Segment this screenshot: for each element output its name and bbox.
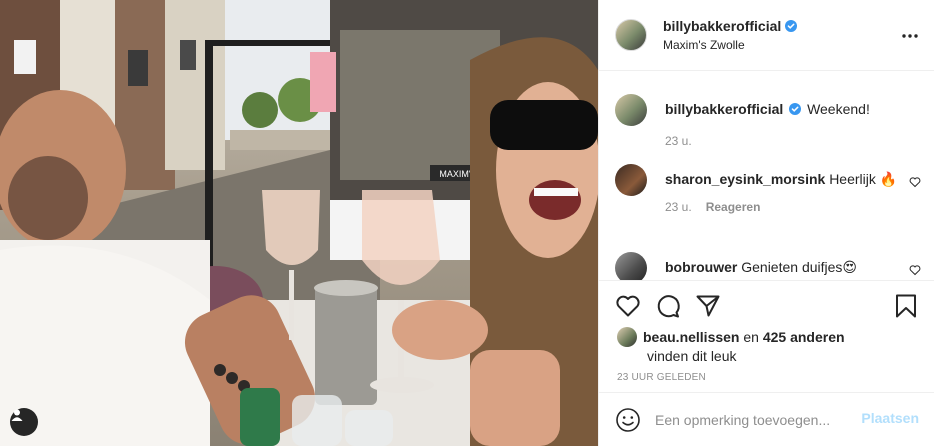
post-detail-panel: billybakkerofficial Maxim's Zwolle billy… bbox=[598, 0, 934, 446]
save-bookmark-icon[interactable] bbox=[893, 293, 919, 319]
photo-scene: MAXIM'S bbox=[0, 0, 598, 446]
post-actions: beau.nellissen en 425 anderen vinden dit… bbox=[599, 280, 934, 446]
like-comment-heart-icon[interactable] bbox=[909, 176, 921, 188]
caption-time[interactable]: 23 u. bbox=[665, 132, 692, 150]
caption-text: Weekend! bbox=[807, 101, 870, 117]
reply-button[interactable]: Reageren bbox=[706, 198, 761, 216]
caption-username[interactable]: billybakkerofficial bbox=[665, 101, 783, 117]
comment-composer: Plaatsen bbox=[599, 392, 934, 446]
likes-conjunction: en bbox=[743, 329, 759, 345]
comment-text: Heerlijk 🔥 bbox=[829, 171, 898, 187]
comment-meta: 23 u. Reageren bbox=[665, 198, 901, 216]
tagged-users-button[interactable] bbox=[10, 408, 38, 436]
likes-line: beau.nellissen en 425 anderen bbox=[617, 327, 845, 347]
post-header: billybakkerofficial Maxim's Zwolle bbox=[599, 0, 934, 71]
commenter-avatar[interactable] bbox=[615, 164, 647, 196]
author-username[interactable]: billybakkerofficial bbox=[663, 18, 781, 34]
comment-body: sharon_eysink_morsink Heerlijk 🔥 23 u. R… bbox=[665, 170, 901, 216]
user-icon bbox=[11, 409, 23, 421]
author-avatar[interactable] bbox=[615, 19, 647, 51]
liker-username[interactable]: beau.nellissen bbox=[643, 329, 739, 345]
commenter-avatar[interactable] bbox=[615, 252, 647, 280]
action-bar bbox=[615, 293, 919, 319]
caption-meta: 23 u. bbox=[665, 132, 901, 150]
comment-username[interactable]: bobrouwer bbox=[665, 259, 737, 275]
like-heart-icon[interactable] bbox=[615, 293, 641, 319]
emoji-icon[interactable] bbox=[615, 407, 641, 433]
likes-suffix: vinden dit leuk bbox=[647, 348, 737, 364]
verified-badge-icon bbox=[785, 20, 798, 32]
post-timestamp[interactable]: 23 UUR GELEDEN bbox=[617, 372, 706, 383]
share-icon[interactable] bbox=[695, 293, 721, 319]
post-comment-button[interactable]: Plaatsen bbox=[861, 410, 919, 426]
like-comment-heart-icon[interactable] bbox=[909, 264, 921, 276]
likes-summary: beau.nellissen en 425 anderen vinden dit… bbox=[617, 327, 845, 365]
comment-icon[interactable] bbox=[655, 293, 681, 319]
post-location[interactable]: Maxim's Zwolle bbox=[663, 38, 745, 52]
author-row: billybakkerofficial bbox=[663, 18, 798, 34]
liker-avatar[interactable] bbox=[617, 327, 637, 347]
verified-badge-icon bbox=[789, 103, 802, 115]
comment-time[interactable]: 23 u. bbox=[665, 198, 692, 216]
caption-body: billybakkerofficial Weekend! 23 u. bbox=[665, 100, 901, 150]
comment-text: Genieten duifjes😍 bbox=[741, 259, 858, 275]
caption-author-avatar[interactable] bbox=[615, 94, 647, 126]
more-options-icon[interactable] bbox=[900, 26, 920, 46]
comment-username[interactable]: sharon_eysink_morsink bbox=[665, 171, 825, 187]
post-photo[interactable]: MAXIM'S bbox=[0, 0, 598, 446]
comments-list[interactable]: billybakkerofficial Weekend! 23 u. sharo… bbox=[599, 72, 934, 280]
likes-others-link[interactable]: 425 anderen bbox=[763, 329, 845, 345]
comment-input[interactable] bbox=[655, 409, 855, 431]
comment-body: bobrouwer Genieten duifjes😍 bbox=[665, 258, 901, 276]
